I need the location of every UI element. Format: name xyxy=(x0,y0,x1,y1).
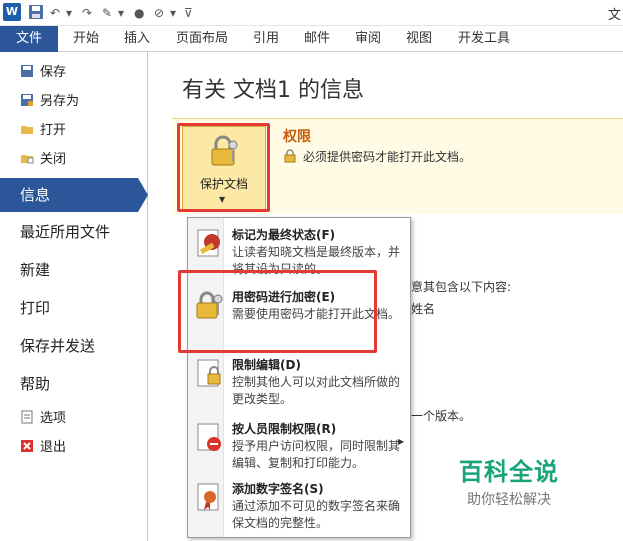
nav-exit-label: 退出 xyxy=(40,440,67,455)
inspect-text-2: 姓名 xyxy=(411,302,436,316)
exit-icon xyxy=(20,439,34,453)
menu-item-restrict-permission[interactable]: 按人员限制权限(R) 授予用户访问权限，同时限制其编辑、复制和打印能力。 xyxy=(188,416,410,476)
signature-ribbon-icon xyxy=(194,482,224,512)
restrict-edit-icon xyxy=(194,358,224,388)
no-entry-dropdown-icon[interactable]: ▾ xyxy=(170,4,176,22)
page-title: 有关 文档1 的信息 xyxy=(182,78,364,103)
backstage-nav: 保存 另存为 打开 关闭 信息 最近所用文件 新建 打印 保存并发送 帮助 选项… xyxy=(0,52,148,541)
tab-insert[interactable]: 插入 xyxy=(117,26,157,52)
format-painter-icon[interactable]: ✎ xyxy=(102,4,112,22)
tab-review[interactable]: 审阅 xyxy=(348,26,388,52)
quick-access-toolbar: W ↶ ▾ ↷ ✎ ▾ ● ⊘ ▾ ⊽ 文 xyxy=(0,0,623,26)
digital-signature-title: 添加数字签名(S) xyxy=(232,482,324,496)
nav-info-arrow xyxy=(138,178,148,212)
tab-references[interactable]: 引用 xyxy=(246,26,286,52)
tab-page-layout[interactable]: 页面布局 xyxy=(170,26,234,52)
nav-new[interactable]: 新建 xyxy=(20,255,50,285)
protect-document-menu: 标记为最终状态(F) 让读者知晓文档是最终版本，并将其设为只读的。 用密码进行加… xyxy=(187,217,411,538)
nav-open-label: 打开 xyxy=(40,123,67,138)
nav-save-as-label: 另存为 xyxy=(40,94,80,109)
redo-icon[interactable]: ↷ xyxy=(82,4,92,22)
customize-qat-icon[interactable]: ⊽ xyxy=(184,4,193,22)
tab-view[interactable]: 视图 xyxy=(399,26,439,52)
nav-save-send[interactable]: 保存并发送 xyxy=(20,331,95,361)
nav-print[interactable]: 打印 xyxy=(20,293,50,323)
nav-help[interactable]: 帮助 xyxy=(20,369,50,399)
restrict-permission-desc: 授予用户访问权限，同时限制其编辑、复制和打印能力。 xyxy=(232,439,401,470)
permissions-description: 必须提供密码才能打开此文档。 xyxy=(283,148,471,165)
options-icon xyxy=(20,410,34,424)
undo-icon[interactable]: ↶ xyxy=(50,4,60,22)
close-folder-icon xyxy=(20,151,34,165)
tab-developer[interactable]: 开发工具 xyxy=(452,26,516,52)
menu-item-restrict-editing[interactable]: 限制编辑(D) 控制其他人可以对此文档所做的更改类型。 xyxy=(188,352,410,416)
restrict-permission-title: 按人员限制权限(R) xyxy=(232,422,337,436)
nav-save-label: 保存 xyxy=(40,65,67,80)
mark-final-title: 标记为最终状态(F) xyxy=(232,228,336,242)
nav-close[interactable]: 关闭 xyxy=(20,149,66,171)
restrict-editing-title: 限制编辑(D) xyxy=(232,358,301,372)
tab-home[interactable]: 开始 xyxy=(66,26,106,52)
nav-save-as[interactable]: 另存为 xyxy=(20,91,79,113)
save-as-icon xyxy=(20,93,34,107)
tab-mailings[interactable]: 邮件 xyxy=(297,26,337,52)
undo-dropdown-icon[interactable]: ▾ xyxy=(66,4,72,22)
watermark-main: 百科全说 xyxy=(459,458,559,486)
window-title: 文 xyxy=(607,8,621,23)
watermark-sub: 助你轻松解决 xyxy=(467,492,551,508)
nav-options-label: 选项 xyxy=(40,411,67,426)
lock-small-icon xyxy=(283,149,297,163)
ribbon-tabs: 文件 开始 插入 页面布局 引用 邮件 审阅 视图 开发工具 xyxy=(0,26,623,52)
no-entry-icon[interactable]: ⊘ xyxy=(154,4,164,22)
nav-exit[interactable]: 退出 xyxy=(20,437,66,459)
menu-item-digital-signature[interactable]: 添加数字签名(S) 通过添加不可见的数字签名来确保文档的完整性。 xyxy=(188,476,410,536)
highlight-box-encrypt xyxy=(178,270,377,353)
digital-signature-desc: 通过添加不可见的数字签名来确保文档的完整性。 xyxy=(232,499,401,530)
nav-close-label: 关闭 xyxy=(40,152,67,167)
format-dropdown-icon[interactable]: ▾ xyxy=(118,4,124,22)
save-icon xyxy=(20,64,34,78)
circle-icon[interactable]: ● xyxy=(134,4,144,22)
inspect-text-1: 意其包含以下内容: xyxy=(411,280,512,294)
nav-recent[interactable]: 最近所用文件 xyxy=(20,217,110,247)
open-folder-icon xyxy=(20,122,34,136)
restrict-editing-desc: 控制其他人可以对此文档所做的更改类型。 xyxy=(232,375,401,406)
save-icon[interactable] xyxy=(28,4,44,22)
tab-file[interactable]: 文件 xyxy=(0,26,58,52)
watermark: 百科全说 助你轻松解决 xyxy=(459,452,579,509)
nav-options[interactable]: 选项 xyxy=(20,408,66,430)
nav-save[interactable]: 保存 xyxy=(20,62,66,84)
submenu-arrow-icon: ▶ xyxy=(398,437,405,446)
permissions-description-text: 必须提供密码才能打开此文档。 xyxy=(303,150,472,164)
restrict-people-icon xyxy=(194,422,224,452)
versions-text: 一个版本。 xyxy=(411,409,472,423)
nav-open[interactable]: 打开 xyxy=(20,120,66,142)
highlight-box-protect xyxy=(177,123,270,212)
nav-info[interactable]: 信息 xyxy=(0,178,138,212)
permissions-title: 权限 xyxy=(283,129,311,145)
final-mark-icon xyxy=(194,228,224,258)
word-app-icon[interactable]: W xyxy=(3,3,21,21)
